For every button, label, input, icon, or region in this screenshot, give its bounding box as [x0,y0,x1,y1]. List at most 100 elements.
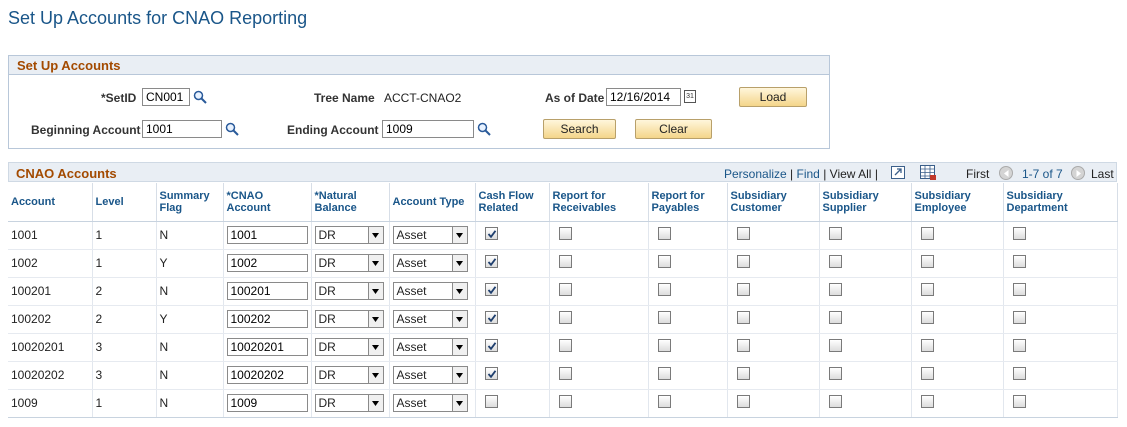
setid-input[interactable] [142,88,190,106]
account-type-select[interactable]: Asset [392,394,468,412]
cnao-account-input[interactable] [226,254,308,272]
subsidiary-department-checkbox[interactable] [1012,311,1026,324]
natural-balance-select[interactable]: DR [314,282,384,300]
subsidiary-customer-checkbox[interactable] [736,227,750,240]
natural-balance-select[interactable]: DR [314,366,384,384]
first-link[interactable]: First [966,167,989,181]
beginning-account-input[interactable] [142,120,222,138]
cnao-account-input[interactable] [226,226,308,244]
dropdown-arrow-icon[interactable] [367,339,383,355]
dropdown-arrow-icon[interactable] [367,227,383,243]
dropdown-arrow-icon[interactable] [451,283,467,299]
cash-flow-related-checkbox[interactable] [484,227,498,240]
column-header[interactable]: Report for Payables [648,183,728,222]
report-payables-checkbox[interactable] [657,367,671,380]
account-type-select[interactable]: Asset [392,254,468,272]
zoom-grid-icon[interactable] [891,166,905,179]
column-header[interactable]: Summary Flag [156,183,224,222]
natural-balance-select[interactable]: DR [314,338,384,356]
ending-account-lookup-icon[interactable] [477,122,491,136]
column-header[interactable]: *CNAO Account [223,183,312,222]
report-receivables-checkbox[interactable] [558,283,572,296]
column-header[interactable]: Subsidiary Department [1003,183,1118,222]
natural-balance-select[interactable]: DR [314,394,384,412]
dropdown-arrow-icon[interactable] [367,311,383,327]
cash-flow-related-checkbox[interactable] [484,339,498,352]
report-receivables-checkbox[interactable] [558,255,572,268]
subsidiary-employee-checkbox[interactable] [920,283,934,296]
column-header[interactable]: Subsidiary Employee [911,183,1004,222]
report-payables-checkbox[interactable] [657,311,671,324]
report-payables-checkbox[interactable] [657,395,671,408]
subsidiary-customer-checkbox[interactable] [736,339,750,352]
dropdown-arrow-icon[interactable] [451,227,467,243]
account-type-select[interactable]: Asset [392,338,468,356]
dropdown-arrow-icon[interactable] [367,395,383,411]
column-header[interactable]: Subsidiary Supplier [819,183,912,222]
as-of-date-input[interactable] [606,88,681,106]
subsidiary-customer-checkbox[interactable] [736,255,750,268]
subsidiary-department-checkbox[interactable] [1012,227,1026,240]
account-type-select[interactable]: Asset [392,310,468,328]
subsidiary-department-checkbox[interactable] [1012,367,1026,380]
subsidiary-supplier-checkbox[interactable] [828,255,842,268]
report-payables-checkbox[interactable] [657,339,671,352]
personalize-link[interactable]: Personalize [724,167,787,181]
report-payables-checkbox[interactable] [657,283,671,296]
subsidiary-supplier-checkbox[interactable] [828,283,842,296]
search-button[interactable]: Search [543,119,616,139]
subsidiary-department-checkbox[interactable] [1012,255,1026,268]
cnao-account-input[interactable] [226,282,308,300]
find-link[interactable]: Find [797,167,820,181]
report-receivables-checkbox[interactable] [558,367,572,380]
subsidiary-department-checkbox[interactable] [1012,339,1026,352]
subsidiary-supplier-checkbox[interactable] [828,339,842,352]
report-receivables-checkbox[interactable] [558,227,572,240]
dropdown-arrow-icon[interactable] [367,255,383,271]
dropdown-arrow-icon[interactable] [451,367,467,383]
setid-lookup-icon[interactable] [193,90,207,104]
column-header[interactable]: Account [8,183,93,222]
subsidiary-department-checkbox[interactable] [1012,395,1026,408]
cnao-account-input[interactable] [226,394,308,412]
subsidiary-supplier-checkbox[interactable] [828,311,842,324]
subsidiary-employee-checkbox[interactable] [920,395,934,408]
dropdown-arrow-icon[interactable] [451,339,467,355]
account-type-select[interactable]: Asset [392,366,468,384]
subsidiary-employee-checkbox[interactable] [920,227,934,240]
previous-arrow-icon[interactable] [999,166,1013,180]
cash-flow-related-checkbox[interactable] [484,255,498,268]
column-header[interactable]: Cash Flow Related [475,183,550,222]
cash-flow-related-checkbox[interactable] [484,367,498,380]
subsidiary-supplier-checkbox[interactable] [828,367,842,380]
account-type-select[interactable]: Asset [392,226,468,244]
clear-button[interactable]: Clear [635,119,712,139]
subsidiary-employee-checkbox[interactable] [920,339,934,352]
subsidiary-supplier-checkbox[interactable] [828,227,842,240]
subsidiary-employee-checkbox[interactable] [920,255,934,268]
account-type-select[interactable]: Asset [392,282,468,300]
cash-flow-related-checkbox[interactable] [484,283,498,296]
dropdown-arrow-icon[interactable] [451,255,467,271]
subsidiary-employee-checkbox[interactable] [920,311,934,324]
subsidiary-employee-checkbox[interactable] [920,367,934,380]
subsidiary-customer-checkbox[interactable] [736,311,750,324]
report-payables-checkbox[interactable] [657,227,671,240]
dropdown-arrow-icon[interactable] [451,395,467,411]
report-receivables-checkbox[interactable] [558,311,572,324]
next-arrow-icon[interactable] [1071,166,1085,180]
beginning-account-lookup-icon[interactable] [225,122,239,136]
natural-balance-select[interactable]: DR [314,310,384,328]
dropdown-arrow-icon[interactable] [451,311,467,327]
dropdown-arrow-icon[interactable] [367,367,383,383]
natural-balance-select[interactable]: DR [314,226,384,244]
last-link[interactable]: Last [1091,167,1114,181]
dropdown-arrow-icon[interactable] [367,283,383,299]
cnao-account-input[interactable] [226,338,308,356]
subsidiary-customer-checkbox[interactable] [736,367,750,380]
subsidiary-supplier-checkbox[interactable] [828,395,842,408]
subsidiary-department-checkbox[interactable] [1012,283,1026,296]
subsidiary-customer-checkbox[interactable] [736,283,750,296]
load-button[interactable]: Load [739,87,807,107]
report-receivables-checkbox[interactable] [558,339,572,352]
